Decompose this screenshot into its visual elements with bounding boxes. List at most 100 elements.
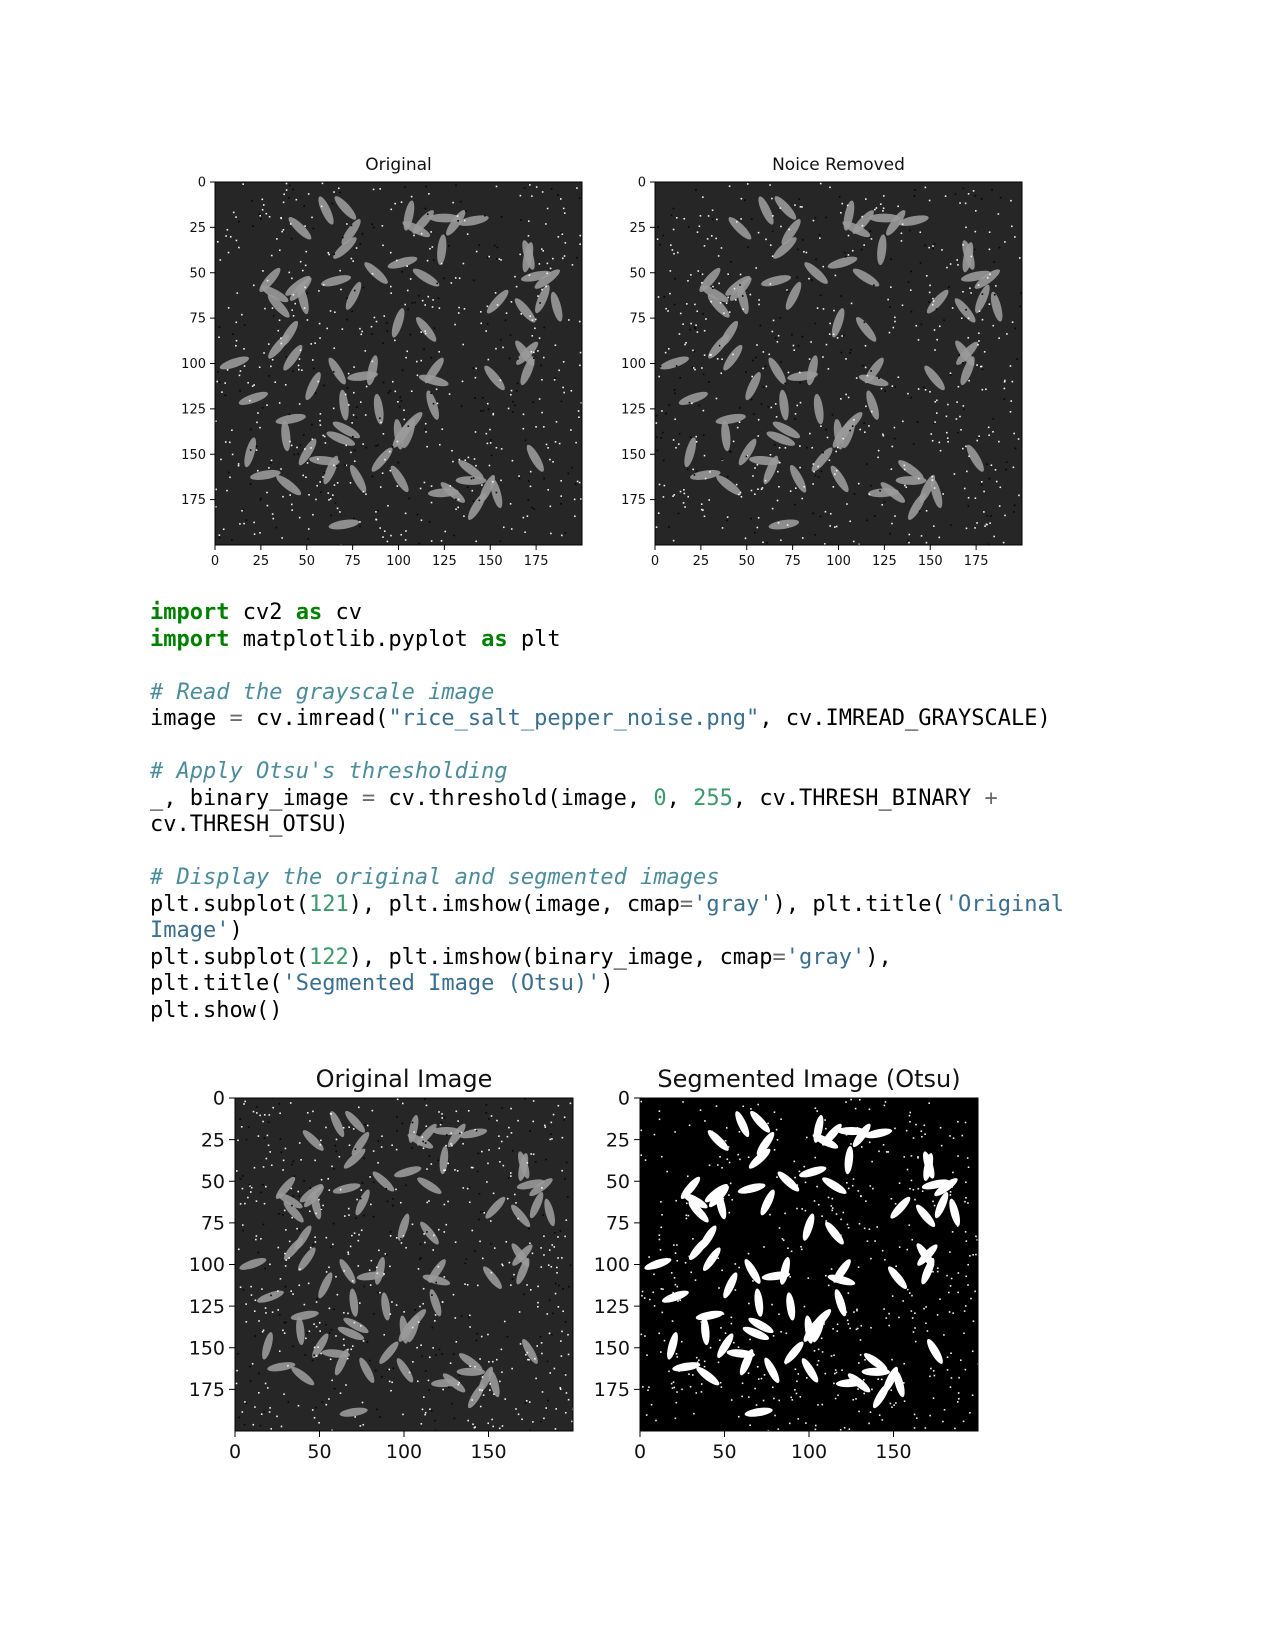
y-tick-label: 100 <box>594 1254 630 1276</box>
x-tick-label: 150 <box>478 554 503 569</box>
code-token: image <box>150 706 230 731</box>
code-token: = <box>772 944 786 970</box>
y-tick-label: 25 <box>201 1129 225 1151</box>
code-token: 'gray' <box>785 944 866 970</box>
x-tick-label: 50 <box>712 1441 736 1463</box>
y-tick-label: 100 <box>621 357 646 372</box>
figure-noise-removed: Noice Removed 0 25 50 75 100 125 150 175 0 25 50 75 1… <box>610 150 1040 570</box>
x-tick-label: 150 <box>470 1441 506 1463</box>
code-line: Image') <box>150 918 1130 945</box>
code-token: plt <box>507 626 561 652</box>
y-tick-label: 125 <box>594 1296 630 1318</box>
code-token: 122 <box>308 944 349 970</box>
code-token: 'Original <box>944 891 1064 917</box>
x-tick-label: 0 <box>229 1441 241 1463</box>
y-tick-label: 75 <box>629 312 646 327</box>
image-area <box>655 182 1022 545</box>
y-tick-label: 125 <box>189 1296 225 1318</box>
y-tick-label: 75 <box>606 1213 630 1235</box>
y-tick-label: 0 <box>618 1088 630 1110</box>
code-token: 0 <box>653 785 667 811</box>
code-line: # Display the original and segmented ima… <box>150 865 1130 892</box>
code-token: "rice_salt_pepper_noise.png" <box>388 706 760 731</box>
panel-svg: Original 0 25 50 75 100 125 150 175 0 25 50 75 100 125… <box>181 155 583 569</box>
y-tick-label: 150 <box>181 448 206 463</box>
code-token: , cv.THRESH_BINARY <box>732 785 985 811</box>
code-line: # Read the grayscale image <box>150 680 1130 707</box>
y-tick-label: 100 <box>181 357 206 372</box>
x-tick-label: 175 <box>964 554 989 569</box>
code-token: ), plt.imshow(binary_image, cmap <box>348 944 773 970</box>
y-tick-label: 175 <box>594 1379 630 1401</box>
x-tick-label: 0 <box>634 1441 646 1463</box>
code-token: ), <box>865 944 892 970</box>
code-token: import <box>150 600 230 625</box>
y-tick-label: 25 <box>606 1129 630 1151</box>
y-tick-label: 175 <box>181 493 206 508</box>
code-token: _, binary_image <box>150 785 362 811</box>
code-token: cv.imread( <box>242 706 389 731</box>
code-line: plt.subplot(121), plt.imshow(image, cmap… <box>150 892 1130 919</box>
y-tick-label: 0 <box>638 176 646 191</box>
code-token: = <box>361 785 376 811</box>
x-tick-label: 0 <box>651 554 659 569</box>
figure-segmented-image: Segmented Image (Otsu) 0 25 50 75 100 125 150 17… <box>590 1055 1010 1480</box>
code-token: # Read the grayscale image <box>150 679 495 705</box>
y-tick-label: 25 <box>629 221 646 236</box>
code-line: plt.show() <box>150 998 1130 1025</box>
code-token: # Display the original and segmented ima… <box>150 865 720 890</box>
code-token: 'Segmented Image (Otsu)' <box>282 971 601 996</box>
y-tick-label: 150 <box>621 448 646 463</box>
code-token: 121 <box>308 891 349 917</box>
x-tick-label: 25 <box>253 554 270 569</box>
x-tick-label: 125 <box>432 554 457 569</box>
code-token: plt.show() <box>150 997 283 1023</box>
y-tick-label: 125 <box>181 402 206 417</box>
code-line: image = cv.imread("rice_salt_pepper_nois… <box>150 706 1130 733</box>
code-line: import cv2 as cv <box>150 600 1130 627</box>
y-tick-label: 150 <box>594 1337 630 1359</box>
y-tick-label: 175 <box>189 1379 225 1401</box>
panel-title: Segmented Image (Otsu) <box>657 1065 960 1093</box>
x-tick-label: 50 <box>738 554 755 569</box>
code-token: import <box>150 626 230 652</box>
code-line: # Apply Otsu's thresholding <box>150 759 1130 786</box>
panel-title: Original <box>365 155 432 175</box>
code-token: ) <box>600 971 614 996</box>
panel-svg: Noice Removed 0 25 50 75 100 125 150 175 0 25 50 75 1… <box>621 155 1023 569</box>
code-token: ) <box>229 918 243 943</box>
code-token: plt.title( <box>150 971 283 996</box>
code-token: cv.THRESH_OTSU) <box>150 812 349 837</box>
panel-svg: Segmented Image (Otsu) 0 25 50 75 100 125 150 17… <box>594 1065 979 1463</box>
x-tick-label: 75 <box>344 554 361 569</box>
figure-original: Original 0 25 50 75 100 125 150 175 0 25 50 75 100 125… <box>170 150 600 570</box>
y-tick-label: 0 <box>198 176 206 191</box>
code-token: as <box>481 626 508 652</box>
x-tick-label: 75 <box>784 554 801 569</box>
y-tick-label: 175 <box>621 493 646 508</box>
x-tick-label: 100 <box>386 1441 422 1463</box>
y-tick-label: 100 <box>189 1254 225 1276</box>
x-tick-label: 100 <box>386 554 411 569</box>
panel-title: Noice Removed <box>772 155 905 175</box>
code-token: cv.threshold(image, <box>375 785 654 811</box>
y-tick-label: 75 <box>201 1213 225 1235</box>
code-token: # Apply Otsu's thresholding <box>150 759 508 784</box>
x-tick-label: 0 <box>211 554 219 569</box>
code-token: , cv.IMREAD_GRAYSCALE) <box>759 706 1051 731</box>
code-token: plt.subplot( <box>150 944 309 970</box>
code-token: as <box>295 600 323 625</box>
code-token: ), plt.imshow(image, cmap <box>348 891 680 917</box>
x-tick-label: 100 <box>826 554 851 569</box>
code-token: cv2 <box>229 600 296 625</box>
y-tick-label: 50 <box>189 266 206 281</box>
y-tick-label: 50 <box>606 1171 630 1193</box>
code-line: plt.subplot(122), plt.imshow(binary_imag… <box>150 945 1130 972</box>
x-tick-label: 175 <box>524 554 549 569</box>
y-tick-label: 50 <box>629 266 646 281</box>
x-tick-label: 50 <box>307 1441 331 1463</box>
code-token: Image' <box>150 918 230 943</box>
y-tick-label: 125 <box>621 402 646 417</box>
